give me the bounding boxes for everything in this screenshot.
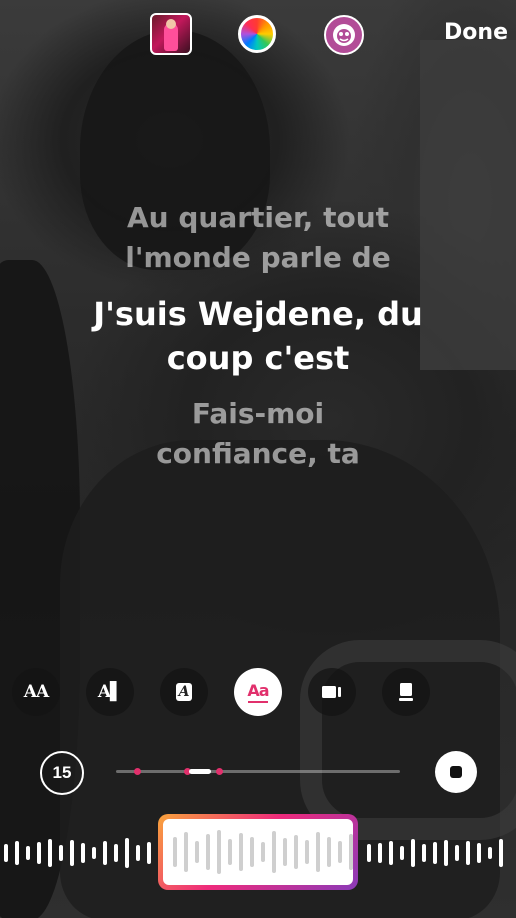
lyric-line: Au quartier, tout (126, 201, 390, 234)
waveform-bar (26, 846, 30, 860)
stop-button[interactable] (435, 751, 477, 793)
waveform-bar (466, 841, 470, 865)
lyric-style-picker: AA A▌ A Aa (8, 668, 508, 716)
waveform-bar (327, 837, 331, 867)
waveform-bar (70, 840, 74, 866)
style-typewriter-label: AA (23, 682, 49, 702)
waveform-bar (37, 842, 41, 864)
style-cursor-button[interactable]: A▌ (86, 668, 134, 716)
waveform-bar (444, 840, 448, 866)
lyric-previous: Au quartier, tout l'monde parle de (0, 198, 516, 278)
waveform-bar (367, 844, 371, 862)
duration-label: 15 (52, 763, 72, 782)
top-bar: Done (0, 0, 516, 70)
effect-face-icon[interactable] (324, 15, 364, 55)
waveform-bar (433, 842, 437, 864)
style-cursor-label: A▌ (97, 682, 123, 702)
waveform-bar (147, 842, 151, 864)
waveform-bar (206, 834, 210, 870)
waveform-bar (59, 845, 63, 861)
waveform-bar (250, 837, 254, 867)
lyric-next: Fais-moi confiance, ta (0, 394, 516, 474)
clip-selector-window (163, 819, 353, 885)
waveform-bar (305, 840, 309, 864)
waveform-bar (114, 844, 118, 862)
style-boxed-label: A (175, 683, 193, 701)
cube-icon (399, 683, 413, 701)
waveform-bar (48, 839, 52, 867)
waveform-bar (283, 838, 287, 866)
waveform-bar (184, 832, 188, 872)
waveform-bar (228, 839, 232, 865)
waveform-bar (400, 846, 404, 860)
timeline-track[interactable] (116, 768, 400, 775)
waveform-bar (81, 843, 85, 863)
waveform-bar (499, 839, 503, 867)
waveform-bar (272, 831, 276, 873)
style-typewriter-button[interactable]: AA (12, 668, 60, 716)
done-button[interactable]: Done (444, 20, 508, 45)
style-cube-button[interactable] (382, 668, 430, 716)
lyric-line: l'monde parle de (125, 241, 391, 274)
waveform-bar (477, 843, 481, 863)
waveform-bar (422, 844, 426, 862)
lyric-line: J'suis Wejdene, du (93, 295, 423, 333)
lyric-line: confiance, ta (156, 437, 360, 470)
waveform-bar (92, 847, 96, 859)
color-wheel-icon[interactable] (238, 15, 276, 53)
clip-selector[interactable] (158, 814, 358, 890)
card-icon (322, 686, 341, 698)
lyric-current: J'suis Wejdene, du coup c'est (0, 292, 516, 380)
waveform-bar (261, 842, 265, 862)
waveform-bar (488, 847, 492, 859)
waveform-bar (195, 841, 199, 863)
waveform-bar (239, 833, 243, 871)
style-underline-label: Aa (247, 681, 269, 700)
waveform-bar (4, 844, 8, 862)
stop-icon (450, 766, 462, 778)
waveform-bar (389, 841, 393, 865)
timeline-playhead[interactable] (189, 769, 211, 774)
waveform-bar (411, 839, 415, 867)
underline-mark (248, 701, 268, 703)
waveform-bar (378, 843, 382, 863)
waveform-bar (136, 845, 140, 861)
album-cover-thumbnail[interactable] (150, 13, 192, 55)
lyric-line: coup c'est (166, 339, 350, 377)
waveform-bar (349, 834, 353, 870)
timeline-marker (134, 768, 141, 775)
waveform-bar (316, 832, 320, 872)
style-card-button[interactable] (308, 668, 356, 716)
waveform-bar (15, 841, 19, 865)
lyric-line: Fais-moi (191, 397, 325, 430)
waveform-bar (217, 830, 221, 874)
waveform-bar (338, 841, 342, 863)
timeline-marker (216, 768, 223, 775)
style-underline-button[interactable]: Aa (234, 668, 282, 716)
style-boxed-button[interactable]: A (160, 668, 208, 716)
waveform-bar (103, 841, 107, 865)
lyrics-display: Au quartier, tout l'monde parle de J'sui… (0, 198, 516, 474)
waveform-bar (294, 835, 298, 869)
waveform-bar (455, 845, 459, 861)
waveform-bar (125, 838, 129, 868)
duration-button[interactable]: 15 (40, 751, 84, 795)
waveform-bar (173, 837, 177, 867)
